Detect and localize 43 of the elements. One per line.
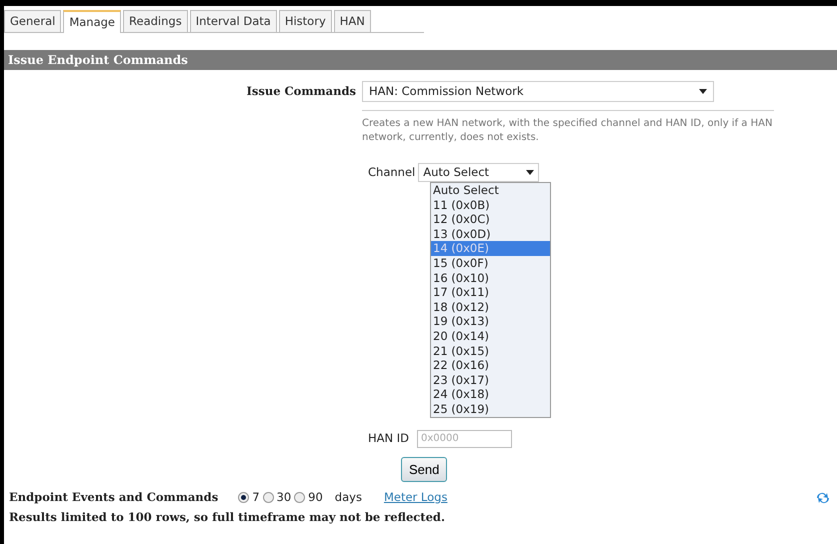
send-button[interactable]: Send xyxy=(401,456,448,482)
channel-option[interactable]: 16 (0x10) xyxy=(431,270,550,286)
channel-option[interactable]: Auto Select xyxy=(431,183,550,198)
radio-button[interactable] xyxy=(294,492,306,504)
command-select[interactable]: HAN: Commission Network xyxy=(362,81,714,102)
channel-option[interactable]: 25 (0x19) xyxy=(431,402,550,416)
han-id-field[interactable]: 0x0000 xyxy=(417,430,512,448)
channel-option[interactable]: 22 (0x16) xyxy=(431,358,550,373)
channel-option[interactable]: 17 (0x11) xyxy=(431,285,550,300)
channel-option[interactable]: 24 (0x18) xyxy=(431,387,550,402)
channel-option[interactable]: 12 (0x0C) xyxy=(431,212,550,227)
meter-logs-link[interactable]: Meter Logs xyxy=(384,489,448,506)
radio-label: 7 xyxy=(252,489,260,506)
unit-text: days xyxy=(334,489,362,506)
tab[interactable]: HAN xyxy=(334,10,371,32)
channel-option[interactable]: 13 (0x0D) xyxy=(431,226,550,242)
section-header: Issue Endpoint Commands xyxy=(4,50,837,70)
channel-option[interactable]: 23 (0x17) xyxy=(431,372,550,388)
channel-option[interactable]: 21 (0x15) xyxy=(431,344,550,358)
radio-label: 30 xyxy=(276,489,292,506)
channel-select[interactable]: Auto Select xyxy=(418,163,540,182)
section-label: Endpoint Events and Commands xyxy=(9,489,218,506)
field-label: HAN ID xyxy=(368,430,410,447)
tab[interactable]: Manage xyxy=(63,10,122,33)
notice-text: Results limited to 100 rows, so full timeframe may not be reflected. xyxy=(8,509,446,526)
channel-option[interactable]: 18 (0x12) xyxy=(431,300,550,314)
channel-option[interactable]: 11 (0x0B) xyxy=(431,198,550,212)
channel-option[interactable]: 15 (0x0F) xyxy=(431,256,550,271)
caret-icon xyxy=(526,170,534,175)
radio-label: 90 xyxy=(308,489,323,506)
refresh-icon[interactable] xyxy=(815,490,831,505)
tab[interactable]: Interval Data xyxy=(190,10,277,32)
radio-button[interactable] xyxy=(238,492,250,504)
radio-button[interactable] xyxy=(262,492,274,504)
caret-icon xyxy=(699,89,707,94)
tab[interactable]: General xyxy=(4,10,62,32)
field-label: Issue Commands xyxy=(246,82,357,100)
description-text: Creates a new HAN network, with the specified channel and HAN ID, only if a HAN network, currently, does not exists. xyxy=(362,110,774,144)
field-label: Channel xyxy=(368,164,416,181)
tab[interactable]: History xyxy=(278,10,332,32)
channel-option[interactable]: 20 (0x14) xyxy=(431,328,550,344)
tab[interactable]: Readings xyxy=(123,10,188,32)
channel-option[interactable]: 19 (0x13) xyxy=(431,314,550,329)
